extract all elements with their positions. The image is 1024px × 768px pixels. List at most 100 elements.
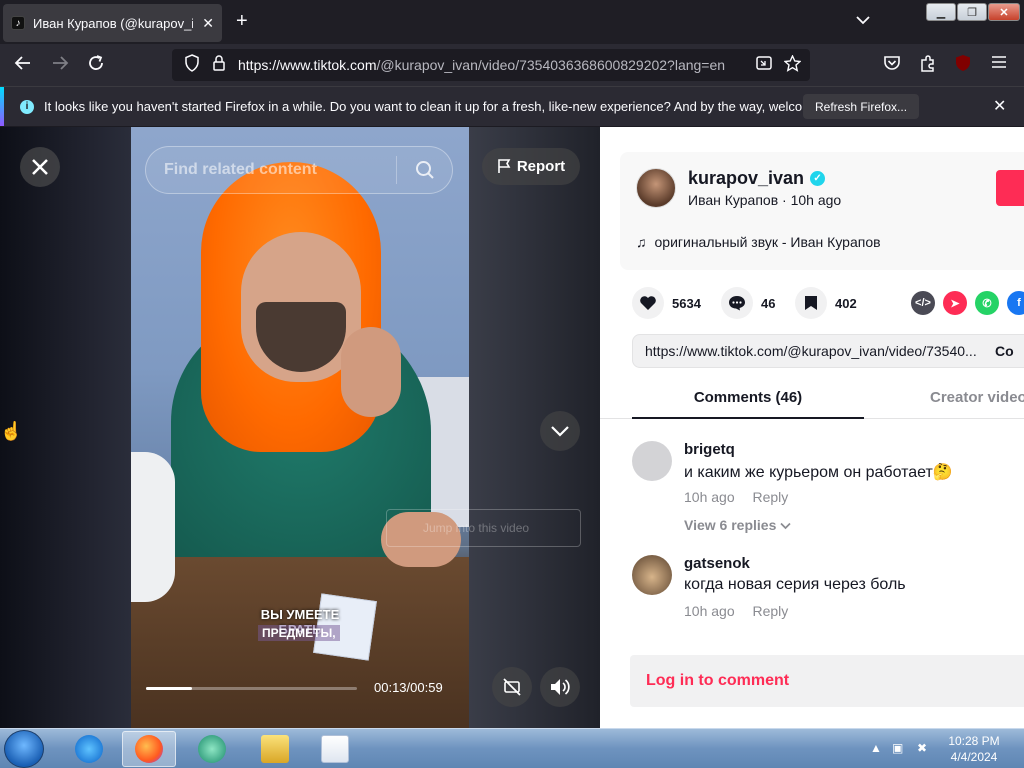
comment-text: когда новая серия через боль (684, 576, 906, 593)
related-content-search[interactable]: Find related content (145, 146, 453, 194)
comment-count: 46 (761, 295, 776, 311)
list-tabs-chevron-icon[interactable] (856, 12, 870, 28)
volume-button[interactable] (540, 667, 580, 707)
flag-icon (498, 159, 511, 173)
ghost-text: Jump into this video (423, 521, 530, 535)
search-icon[interactable] (397, 160, 452, 180)
reader-view-icon[interactable] (756, 55, 772, 75)
extensions-puzzle-icon[interactable] (919, 54, 937, 76)
notification-message: It looks like you haven't started Firefo… (44, 99, 855, 114)
hamburger-menu-icon[interactable] (991, 54, 1007, 74)
video-file-icon (321, 735, 349, 763)
video-progress-fill (146, 687, 193, 690)
tiktok-favicon-icon: ♪ (11, 16, 25, 30)
mouse-pointer-hand-icon: ☝ (0, 421, 23, 441)
taskbar-firefox[interactable] (122, 731, 176, 767)
close-video-button[interactable] (20, 147, 60, 187)
hand-with-phone-scene-element (341, 327, 401, 417)
navigation-toolbar: https://www.tiktok.com/@kurapov_ivan/vid… (0, 44, 1024, 104)
reload-icon[interactable] (87, 54, 105, 76)
close-notification-icon[interactable]: ✕ (993, 96, 1006, 116)
commenter-avatar[interactable] (632, 555, 672, 595)
chevron-down-icon (551, 426, 569, 437)
tab-title: Иван Курапов (@kurapov_ivan) (33, 15, 193, 31)
copy-link-button[interactable]: Co (995, 343, 1014, 359)
lock-icon[interactable] (212, 54, 226, 76)
comment-stat[interactable]: 46 (721, 287, 775, 319)
author-avatar[interactable] (636, 168, 676, 208)
network-icon[interactable]: ▣ (892, 741, 903, 755)
tab-comments[interactable]: Comments (46) (632, 379, 864, 419)
video-progress-bar[interactable] (146, 687, 357, 690)
video-player-area: Find related content Report Jump into th… (0, 127, 600, 728)
author-username[interactable]: kurapov_ivan ✓ (688, 168, 826, 189)
taskbar-video-app[interactable] (308, 731, 362, 767)
start-button[interactable] (4, 730, 44, 768)
taskbar-explorer[interactable] (248, 731, 302, 767)
view-replies-link[interactable]: View 6 replies (684, 517, 791, 533)
window-close-button[interactable]: ✕ (988, 3, 1020, 21)
verified-badge-icon: ✓ (810, 171, 826, 186)
copy-link-box[interactable]: https://www.tiktok.com/@kurapov_ivan/vid… (632, 334, 1024, 368)
volume-icon (551, 679, 570, 695)
window-maximize-button[interactable]: ❐ (957, 3, 987, 21)
reply-link[interactable]: Reply (753, 489, 789, 505)
tab-creator-videos[interactable]: Creator videos (930, 379, 1024, 419)
comment-time: 10h ago (684, 603, 735, 619)
new-tab-icon[interactable]: + (236, 10, 248, 33)
login-to-comment-button[interactable]: Log in to comment (630, 655, 1024, 707)
kettle-scene-element (131, 452, 175, 602)
video-link-text: https://www.tiktok.com/@kurapov_ivan/vid… (645, 343, 977, 359)
save-count: 402 (835, 295, 857, 311)
tab-close-icon[interactable]: ✕ (202, 15, 214, 32)
taskbar-clock[interactable]: 10:28 PM 4/4/2024 (944, 733, 1004, 765)
taskbar-internet-explorer[interactable] (62, 731, 116, 767)
clock-date: 4/4/2024 (950, 750, 998, 764)
commenter-username[interactable]: gatsenok (684, 555, 750, 572)
window-minimize-button[interactable]: ▁ (926, 3, 956, 21)
embed-code-icon[interactable]: </> (911, 291, 935, 315)
like-stat[interactable]: 5634 (632, 287, 701, 319)
browser-tab[interactable]: ♪ Иван Курапов (@kurapov_ivan) ✕ (3, 4, 222, 42)
browser-tab-strip: ♪ Иван Курапов (@kurapov_ivan) ✕ + ▁ ❐ ✕ (0, 0, 1024, 44)
commenter-avatar[interactable] (632, 441, 672, 481)
bookmark-star-icon[interactable] (783, 53, 802, 76)
volume-muted-icon[interactable]: ✖ (917, 741, 927, 755)
taskbar-media-player[interactable] (185, 731, 239, 767)
facebook-icon[interactable]: f (1007, 291, 1024, 315)
save-stat[interactable]: 402 (795, 287, 857, 319)
commenter-username[interactable]: brigetq (684, 441, 735, 458)
firefox-notification-bar: i It looks like you haven't started Fire… (0, 86, 1024, 126)
show-hidden-icons-icon[interactable]: ▲ (870, 741, 882, 755)
sound-link[interactable]: ♫ оригинальный звук - Иван Курапов (636, 234, 881, 250)
url-text[interactable]: https://www.tiktok.com/@kurapov_ivan/vid… (238, 57, 748, 73)
reply-link[interactable]: Reply (753, 603, 789, 619)
music-note-icon: ♫ (636, 234, 647, 250)
view-replies-text: View 6 replies (684, 517, 777, 533)
refresh-firefox-button[interactable]: Refresh Firefox... (803, 94, 920, 119)
blurred-background-right (469, 127, 600, 728)
floating-player-button[interactable] (492, 667, 532, 707)
comment-time: 10h ago (684, 489, 735, 505)
info-icon: i (20, 99, 34, 114)
address-bar[interactable]: https://www.tiktok.com/@kurapov_ivan/vid… (172, 49, 810, 81)
follow-button[interactable] (996, 170, 1024, 206)
comment-bubble-icon (721, 287, 753, 319)
pocket-icon[interactable] (883, 54, 901, 76)
comment-text: и каким же курьером он работает🤔 (684, 464, 953, 481)
search-placeholder: Find related content (164, 161, 317, 178)
back-arrow-icon[interactable] (14, 54, 32, 76)
forward-arrow-icon[interactable] (51, 54, 69, 76)
like-count: 5634 (672, 295, 701, 311)
table-scene-element (131, 557, 469, 728)
next-video-button[interactable] (540, 411, 580, 451)
panel-tabs: Comments (46) Creator videos (600, 379, 1024, 419)
whatsapp-icon[interactable]: ✆ (975, 291, 999, 315)
send-to-friends-icon[interactable]: ➤ (943, 291, 967, 315)
ublock-shield-icon[interactable] (954, 54, 972, 76)
report-button[interactable]: Report (482, 148, 580, 185)
author-card: kurapov_ivan ✓ Иван Курапов · 10h ago ♫ … (620, 152, 1024, 270)
chevron-down-icon (780, 522, 791, 530)
video-details-panel: kurapov_ivan ✓ Иван Курапов · 10h ago ♫ … (600, 127, 1024, 728)
tracking-protection-shield-icon[interactable] (184, 54, 200, 76)
